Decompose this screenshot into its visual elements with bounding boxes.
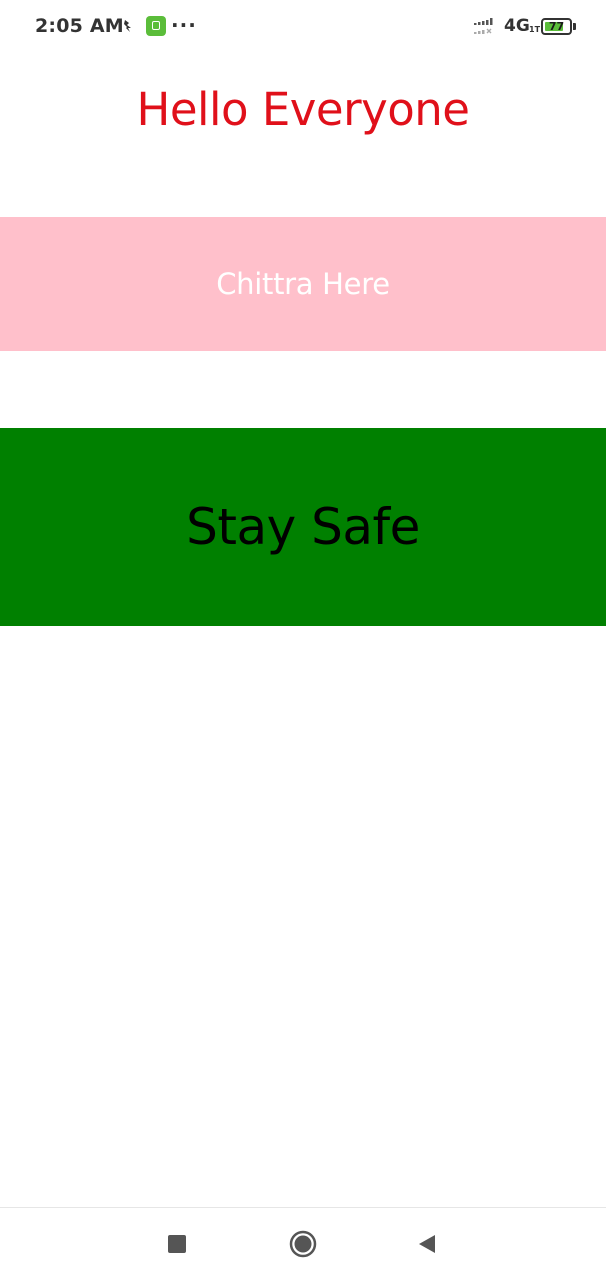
battery-level: 77	[548, 20, 565, 33]
message-text: Stay Safe	[186, 498, 420, 556]
network-type: 4G	[504, 16, 530, 36]
status-time: 2:05 AM	[35, 15, 124, 37]
signal-strength-icon	[474, 18, 493, 34]
green-banner: Stay Safe	[0, 428, 606, 626]
home-circle-icon[interactable]	[289, 1230, 317, 1258]
app-screen: 2:05 AM ··· 4G 1T 77 Hello Everyone Chit…	[0, 0, 606, 1280]
chat-app-icon	[146, 16, 166, 36]
network-sub-label: 1T	[529, 25, 541, 34]
greeting-text: Hello Everyone	[136, 83, 470, 136]
pink-banner: Chittra Here	[0, 217, 606, 351]
battery-icon: 77	[541, 18, 576, 35]
notification-app-icon	[124, 20, 131, 32]
back-triangle-icon[interactable]	[416, 1233, 438, 1255]
battery-cap	[573, 23, 576, 30]
recents-square-icon[interactable]	[168, 1235, 186, 1253]
navigation-bar	[0, 1207, 606, 1280]
banner-text: Chittra Here	[216, 267, 390, 301]
more-notifications-icon: ···	[171, 13, 197, 37]
status-bar: 2:05 AM ··· 4G 1T 77	[0, 0, 606, 54]
